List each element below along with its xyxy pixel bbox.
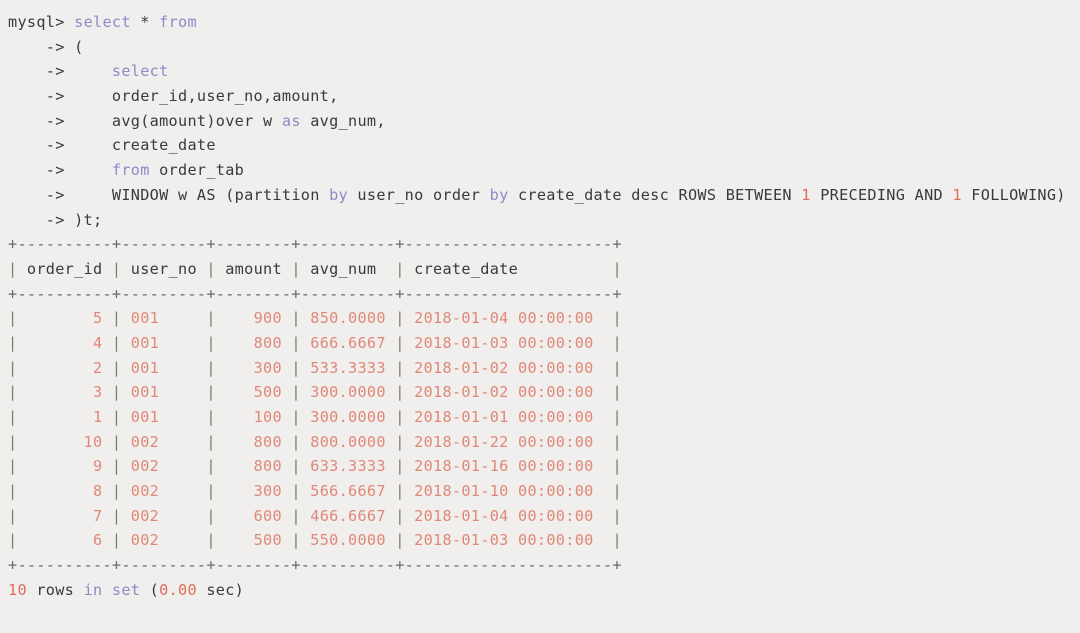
table-row: | 1 | 001 | 100 | 300.0000 | 2018-01-01 … [8, 408, 622, 426]
table-row: | 8 | 002 | 300 | 566.6667 | 2018-01-10 … [8, 482, 622, 501]
cell-avg_num: 300.0000 [300, 383, 396, 402]
column-header-order_id: order_id [17, 259, 112, 278]
column-header-create_date: create_date [404, 259, 613, 278]
cell-amount: 500 [215, 531, 292, 550]
continuation-line: -> create_date [45, 136, 216, 155]
table-row: | 3 | 001 | 500 | 300.0000 | 2018-01-02 … [8, 383, 622, 402]
table-bottom-border: +----------+---------+--------+---------… [8, 553, 1080, 578]
table-separator: +----------+---------+--------+---------… [8, 284, 622, 303]
table-row: | 2 | 001 | 300 | 533.3333 | 2018-01-02 … [8, 358, 622, 377]
table-top-border: +----------+---------+--------+---------… [8, 232, 1080, 257]
cell-user_no: 002 [121, 531, 207, 550]
table-row: | 10 | 002 | 800 | 800.0000 | 2018-01-22… [8, 432, 622, 451]
cell-user_no: 001 [121, 358, 207, 377]
column-header-user_no: user_no [121, 259, 207, 278]
prompt-line: mysql> select * from [8, 13, 197, 31]
cell-amount: 500 [215, 383, 292, 402]
cell-user_no: 001 [121, 333, 207, 352]
cell-avg_num: 850.0000 [300, 309, 396, 328]
cell-amount: 600 [215, 506, 292, 525]
cell-order_id: 5 [17, 309, 112, 328]
cell-avg_num: 800.0000 [300, 432, 396, 451]
cell-user_no: 002 [121, 432, 207, 451]
table-row: | 7 | 002 | 600 | 466.6667 | 2018-01-04 … [8, 506, 622, 525]
mysql-prompt: mysql> [8, 13, 65, 31]
cell-amount: 800 [215, 333, 292, 352]
table-row: | 4 | 001 | 800 | 666.6667 | 2018-01-03 … [8, 333, 622, 352]
cell-create_date: 2018-01-16 00:00:00 [404, 457, 613, 476]
cell-amount: 100 [215, 408, 292, 426]
cell-order_id: 7 [17, 506, 112, 525]
cell-order_id: 1 [17, 408, 112, 426]
cell-avg_num: 666.6667 [300, 333, 396, 352]
cell-create_date: 2018-01-10 00:00:00 [404, 482, 613, 501]
cell-order_id: 9 [17, 457, 112, 476]
cell-create_date: 2018-01-02 00:00:00 [404, 383, 613, 402]
column-header-avg_num: avg_num [300, 259, 396, 278]
cell-avg_num: 466.6667 [300, 506, 396, 525]
cell-create_date: 2018-01-02 00:00:00 [404, 358, 613, 377]
cell-amount: 300 [215, 358, 292, 377]
continuation-prompt: -> [45, 111, 65, 130]
continuation-prompt: -> [45, 37, 65, 56]
continuation-line: -> )t; [45, 210, 103, 229]
cell-order_id: 2 [17, 358, 112, 377]
cell-create_date: 2018-01-04 00:00:00 [404, 309, 613, 328]
cell-create_date: 2018-01-22 00:00:00 [404, 432, 613, 451]
continuation-prompt: -> [45, 136, 65, 155]
column-header-amount: amount [215, 259, 292, 278]
table-separator: +----------+---------+--------+---------… [8, 235, 622, 254]
result-footer: 10 rows in set (0.00 sec) [8, 580, 245, 599]
continuation-prompt: -> [45, 210, 65, 229]
cell-avg_num: 533.3333 [300, 358, 396, 377]
continuation-prompt: -> [45, 87, 65, 106]
cell-create_date: 2018-01-01 00:00:00 [404, 408, 613, 426]
cell-user_no: 001 [121, 383, 207, 402]
cell-amount: 900 [215, 309, 292, 328]
cell-order_id: 10 [17, 432, 112, 451]
cell-amount: 300 [215, 482, 292, 501]
continuation-line: -> from order_tab [45, 161, 245, 180]
cell-order_id: 3 [17, 383, 112, 402]
table-header-border: +----------+---------+--------+---------… [8, 282, 1080, 307]
cell-order_id: 6 [17, 531, 112, 550]
table-row: | 6 | 002 | 500 | 550.0000 | 2018-01-03 … [8, 531, 622, 550]
cell-amount: 800 [215, 457, 292, 476]
continuation-line: -> ( [45, 37, 84, 56]
continuation-line: -> select [45, 62, 169, 81]
continuation-line: -> avg(amount)over w as avg_num, [45, 111, 386, 130]
continuation-line: -> order_id,user_no,amount, [45, 87, 339, 106]
cell-user_no: 001 [121, 408, 207, 426]
mysql-terminal[interactable]: mysql> select * from -> ( -> select -> o… [0, 0, 1080, 633]
continuation-prompt: -> [45, 185, 65, 204]
continuation-prompt: -> [45, 62, 65, 81]
table-header-row: | order_id | user_no | amount | avg_num … [8, 259, 622, 278]
cell-user_no: 002 [121, 457, 207, 476]
cell-order_id: 8 [17, 482, 112, 501]
table-separator: +----------+---------+--------+---------… [8, 556, 622, 575]
cell-order_id: 4 [17, 333, 112, 352]
cell-user_no: 002 [121, 506, 207, 525]
cell-avg_num: 633.3333 [300, 457, 396, 476]
continuation-line: -> WINDOW w AS (partition by user_no ord… [45, 185, 1066, 204]
continuation-prompt: -> [45, 161, 65, 180]
table-row: | 9 | 002 | 800 | 633.3333 | 2018-01-16 … [8, 457, 622, 476]
cell-user_no: 002 [121, 482, 207, 501]
cell-amount: 800 [215, 432, 292, 451]
table-row: | 5 | 001 | 900 | 850.0000 | 2018-01-04 … [8, 309, 622, 328]
cell-avg_num: 566.6667 [300, 482, 396, 501]
cell-avg_num: 300.0000 [300, 408, 396, 426]
cell-avg_num: 550.0000 [300, 531, 396, 550]
cell-create_date: 2018-01-03 00:00:00 [404, 531, 613, 550]
cell-user_no: 001 [121, 309, 207, 328]
cell-create_date: 2018-01-03 00:00:00 [404, 333, 613, 352]
cell-create_date: 2018-01-04 00:00:00 [404, 506, 613, 525]
